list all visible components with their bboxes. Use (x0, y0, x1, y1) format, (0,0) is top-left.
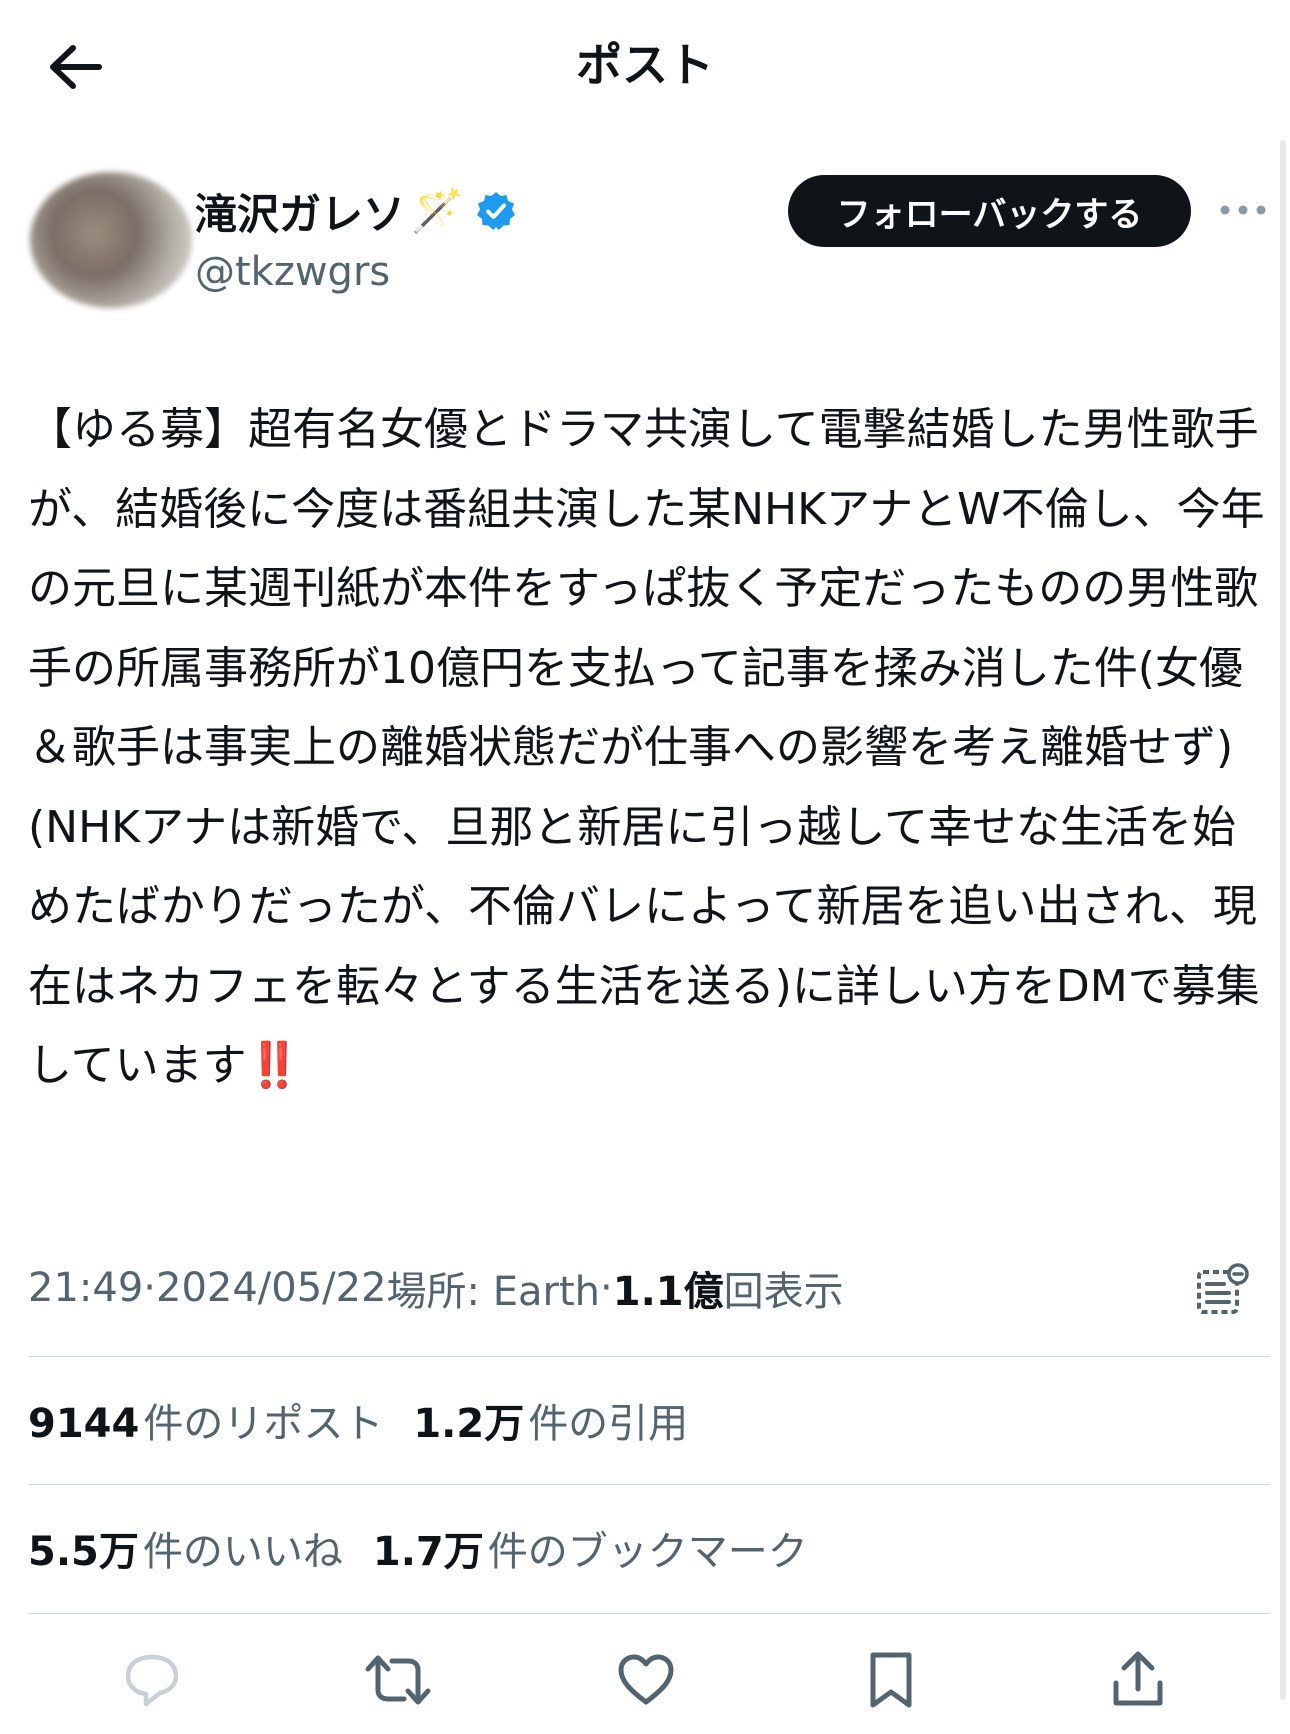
verified-badge-icon (475, 190, 517, 232)
quotes-stat[interactable]: 1.2万 件の引用 (413, 1391, 688, 1449)
action-bar (28, 1640, 1270, 1720)
author-name-row[interactable]: 滝沢ガレソ 🪄 (195, 180, 517, 242)
bookmark-button[interactable] (851, 1640, 931, 1720)
views-label: 回表示 (723, 1269, 844, 1315)
scrollbar[interactable] (1280, 140, 1286, 1700)
more-dots-icon (1220, 205, 1266, 215)
reposts-label: 件のリポスト (143, 1401, 384, 1447)
repost-button[interactable] (358, 1640, 438, 1720)
meta-separator: · (143, 1265, 156, 1311)
views-count: 1.1億 (612, 1269, 724, 1315)
quotes-count: 1.2万 (413, 1401, 525, 1447)
author-display-name: 滝沢ガレソ (195, 189, 406, 239)
post-time[interactable]: 21:49 (28, 1265, 143, 1311)
like-button[interactable] (606, 1640, 686, 1720)
stats-row-likes: 5.5万 件のいいね 1.7万 件のブックマーク (28, 1513, 838, 1583)
likes-stat[interactable]: 5.5万 件のいいね (28, 1519, 343, 1577)
quotes-label: 件の引用 (528, 1401, 689, 1447)
reply-button[interactable] (112, 1640, 192, 1720)
double-exclamation-emoji: ‼️ (246, 1040, 302, 1091)
likes-count: 5.5万 (28, 1529, 139, 1575)
meta-separator: · (600, 1265, 613, 1311)
post-text: 【ゆる募】超有名女優とドラマ共演して電撃結婚した男性歌手が、結婚後に今度は番組共… (28, 390, 1270, 1106)
post-date[interactable]: 2024/05/22 (156, 1265, 387, 1311)
bookmarks-count: 1.7万 (372, 1529, 484, 1575)
bookmark-icon (870, 1652, 912, 1708)
follow-back-button[interactable]: フォローバックする (788, 175, 1191, 247)
page-title: ポスト (576, 38, 714, 92)
post-meta: 21:49 · 2024/05/22 場所: Earth · 1.1億 回表示 (28, 1258, 844, 1318)
analytics-button[interactable] (1190, 1258, 1254, 1322)
bookmarks-label: 件のブックマーク (487, 1529, 808, 1575)
heart-icon (618, 1654, 674, 1705)
stats-row-reposts: 9144 件のリポスト 1.2万 件の引用 (28, 1385, 718, 1455)
analytics-icon (1197, 1263, 1249, 1314)
divider (28, 1484, 1270, 1485)
magic-wand-emoji: 🪄 (411, 186, 464, 235)
divider (28, 1613, 1270, 1614)
author-handle[interactable]: @tkzwgrs (195, 245, 390, 299)
reposts-stat[interactable]: 9144 件のリポスト (28, 1391, 383, 1449)
avatar[interactable] (30, 172, 192, 308)
repost-icon (365, 1655, 431, 1705)
bookmarks-stat[interactable]: 1.7万 件のブックマーク (373, 1519, 808, 1577)
more-options-button[interactable] (1218, 190, 1268, 230)
post-location: 場所: Earth (386, 1269, 601, 1315)
post-body: 【ゆる募】超有名女優とドラマ共演して電撃結婚した男性歌手が、結婚後に今度は番組共… (28, 404, 1265, 1091)
divider (28, 1356, 1270, 1357)
share-icon (1113, 1651, 1163, 1706)
share-button[interactable] (1098, 1640, 1178, 1720)
reply-icon (125, 1654, 179, 1707)
reposts-count: 9144 (28, 1401, 140, 1447)
top-bar: ポスト (0, 0, 1290, 135)
likes-label: 件のいいね (142, 1529, 343, 1575)
